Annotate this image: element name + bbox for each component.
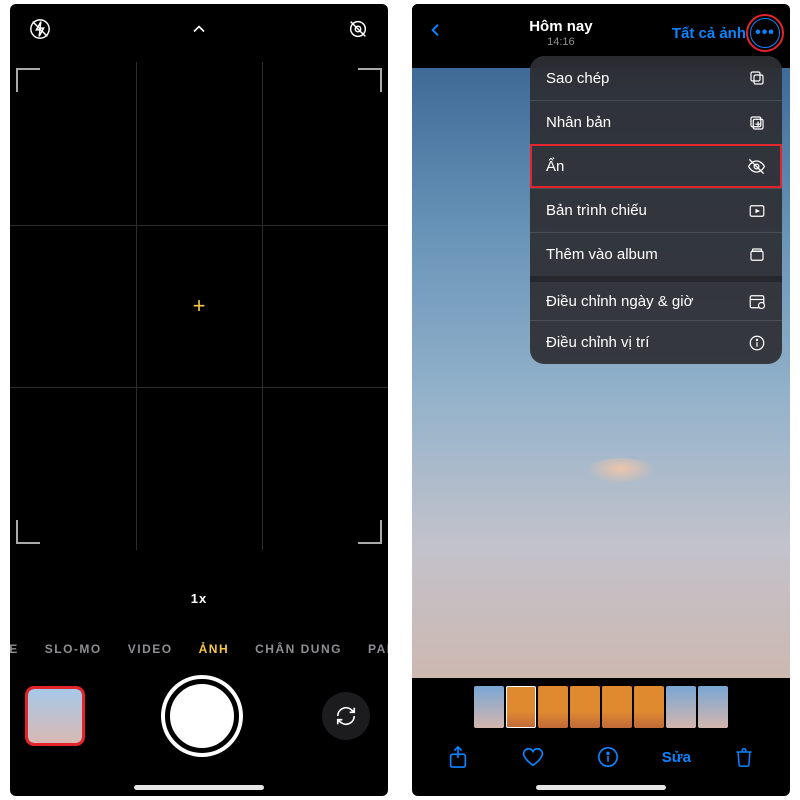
thumbnail-strip[interactable] — [412, 682, 790, 732]
list-item[interactable] — [634, 686, 664, 728]
zoom-level[interactable]: 1x — [191, 591, 207, 606]
menu-duplicate[interactable]: Nhân bản — [530, 100, 782, 144]
camera-topbar — [10, 4, 388, 54]
chevron-up-icon[interactable] — [183, 13, 215, 45]
list-item[interactable] — [506, 686, 536, 728]
play-rect-icon — [748, 202, 766, 220]
menu-label: Sao chép — [546, 70, 609, 87]
list-item[interactable] — [570, 686, 600, 728]
menu-slideshow[interactable]: Bản trình chiếu — [530, 188, 782, 232]
eye-off-icon — [747, 157, 766, 176]
mode-portrait[interactable]: CHÂN DUNG — [255, 642, 342, 656]
flip-camera-button[interactable] — [322, 692, 370, 740]
duplicate-icon — [748, 114, 766, 132]
heart-icon — [521, 746, 545, 768]
list-item[interactable] — [666, 686, 696, 728]
flash-off-icon[interactable] — [24, 13, 56, 45]
edit-button[interactable]: Sửa — [662, 749, 691, 766]
page-subtime: 14:16 — [450, 36, 672, 48]
home-indicator[interactable] — [536, 785, 666, 790]
last-photo-thumbnail[interactable] — [28, 689, 82, 743]
list-item[interactable] — [538, 686, 568, 728]
info-icon — [748, 334, 766, 352]
info-icon — [597, 746, 619, 768]
viewfinder[interactable]: + — [10, 62, 388, 550]
camera-screen: + 1x PSE SLO-MO VIDEO ẢNH CHÂN DUNG PANO — [10, 4, 388, 796]
share-button[interactable] — [436, 745, 480, 769]
action-menu: Sao chép Nhân bản Ẩn Bản trình chiếu Thê… — [530, 56, 782, 364]
home-indicator[interactable] — [134, 785, 264, 790]
menu-label: Điều chỉnh vị trí — [546, 334, 649, 351]
more-button[interactable]: ••• — [750, 18, 780, 48]
mode-photo[interactable]: ẢNH — [199, 642, 230, 656]
info-button[interactable] — [586, 746, 630, 768]
list-item[interactable] — [474, 686, 504, 728]
delete-button[interactable] — [722, 746, 766, 768]
share-icon — [447, 745, 469, 769]
menu-copy[interactable]: Sao chép — [530, 56, 782, 100]
list-item[interactable] — [602, 686, 632, 728]
photos-detail-screen: Hôm nay 14:16 Tất cả ảnh ••• Sao chép Nh… — [412, 4, 790, 796]
page-title: Hôm nay — [450, 18, 672, 35]
menu-label: Điều chỉnh ngày & giờ — [546, 293, 693, 310]
menu-adjust-date[interactable]: Điều chỉnh ngày & giờ — [530, 276, 782, 320]
back-button[interactable] — [422, 19, 450, 48]
menu-label: Bản trình chiếu — [546, 202, 647, 219]
mode-pano[interactable]: PANO — [368, 642, 388, 656]
focus-plus-icon: + — [193, 293, 206, 319]
mode-timelapse[interactable]: PSE — [10, 642, 19, 656]
photos-toolbar: Sửa — [412, 734, 790, 780]
menu-label: Nhân bản — [546, 114, 611, 131]
camera-modes[interactable]: PSE SLO-MO VIDEO ẢNH CHÂN DUNG PANO — [10, 642, 388, 656]
menu-adjust-location[interactable]: Điều chỉnh vị trí — [530, 320, 782, 364]
camera-bottombar — [10, 666, 388, 766]
list-item[interactable] — [698, 686, 728, 728]
live-off-icon[interactable] — [342, 13, 374, 45]
mode-video[interactable]: VIDEO — [128, 642, 173, 656]
copy-icon — [748, 69, 766, 87]
album-icon — [748, 246, 766, 264]
menu-hide[interactable]: Ẩn — [530, 144, 782, 188]
shutter-button[interactable] — [165, 679, 239, 753]
menu-label: Ẩn — [546, 158, 564, 175]
favorite-button[interactable] — [511, 746, 555, 768]
cloud-shape — [586, 458, 656, 484]
photos-header: Hôm nay 14:16 Tất cả ảnh ••• — [412, 4, 790, 62]
calendar-icon — [748, 292, 766, 310]
trash-icon — [734, 746, 754, 768]
menu-label: Thêm vào album — [546, 246, 658, 263]
mode-slomo[interactable]: SLO-MO — [45, 642, 102, 656]
menu-add-album[interactable]: Thêm vào album — [530, 232, 782, 276]
all-photos-link[interactable]: Tất cả ảnh — [672, 25, 746, 42]
